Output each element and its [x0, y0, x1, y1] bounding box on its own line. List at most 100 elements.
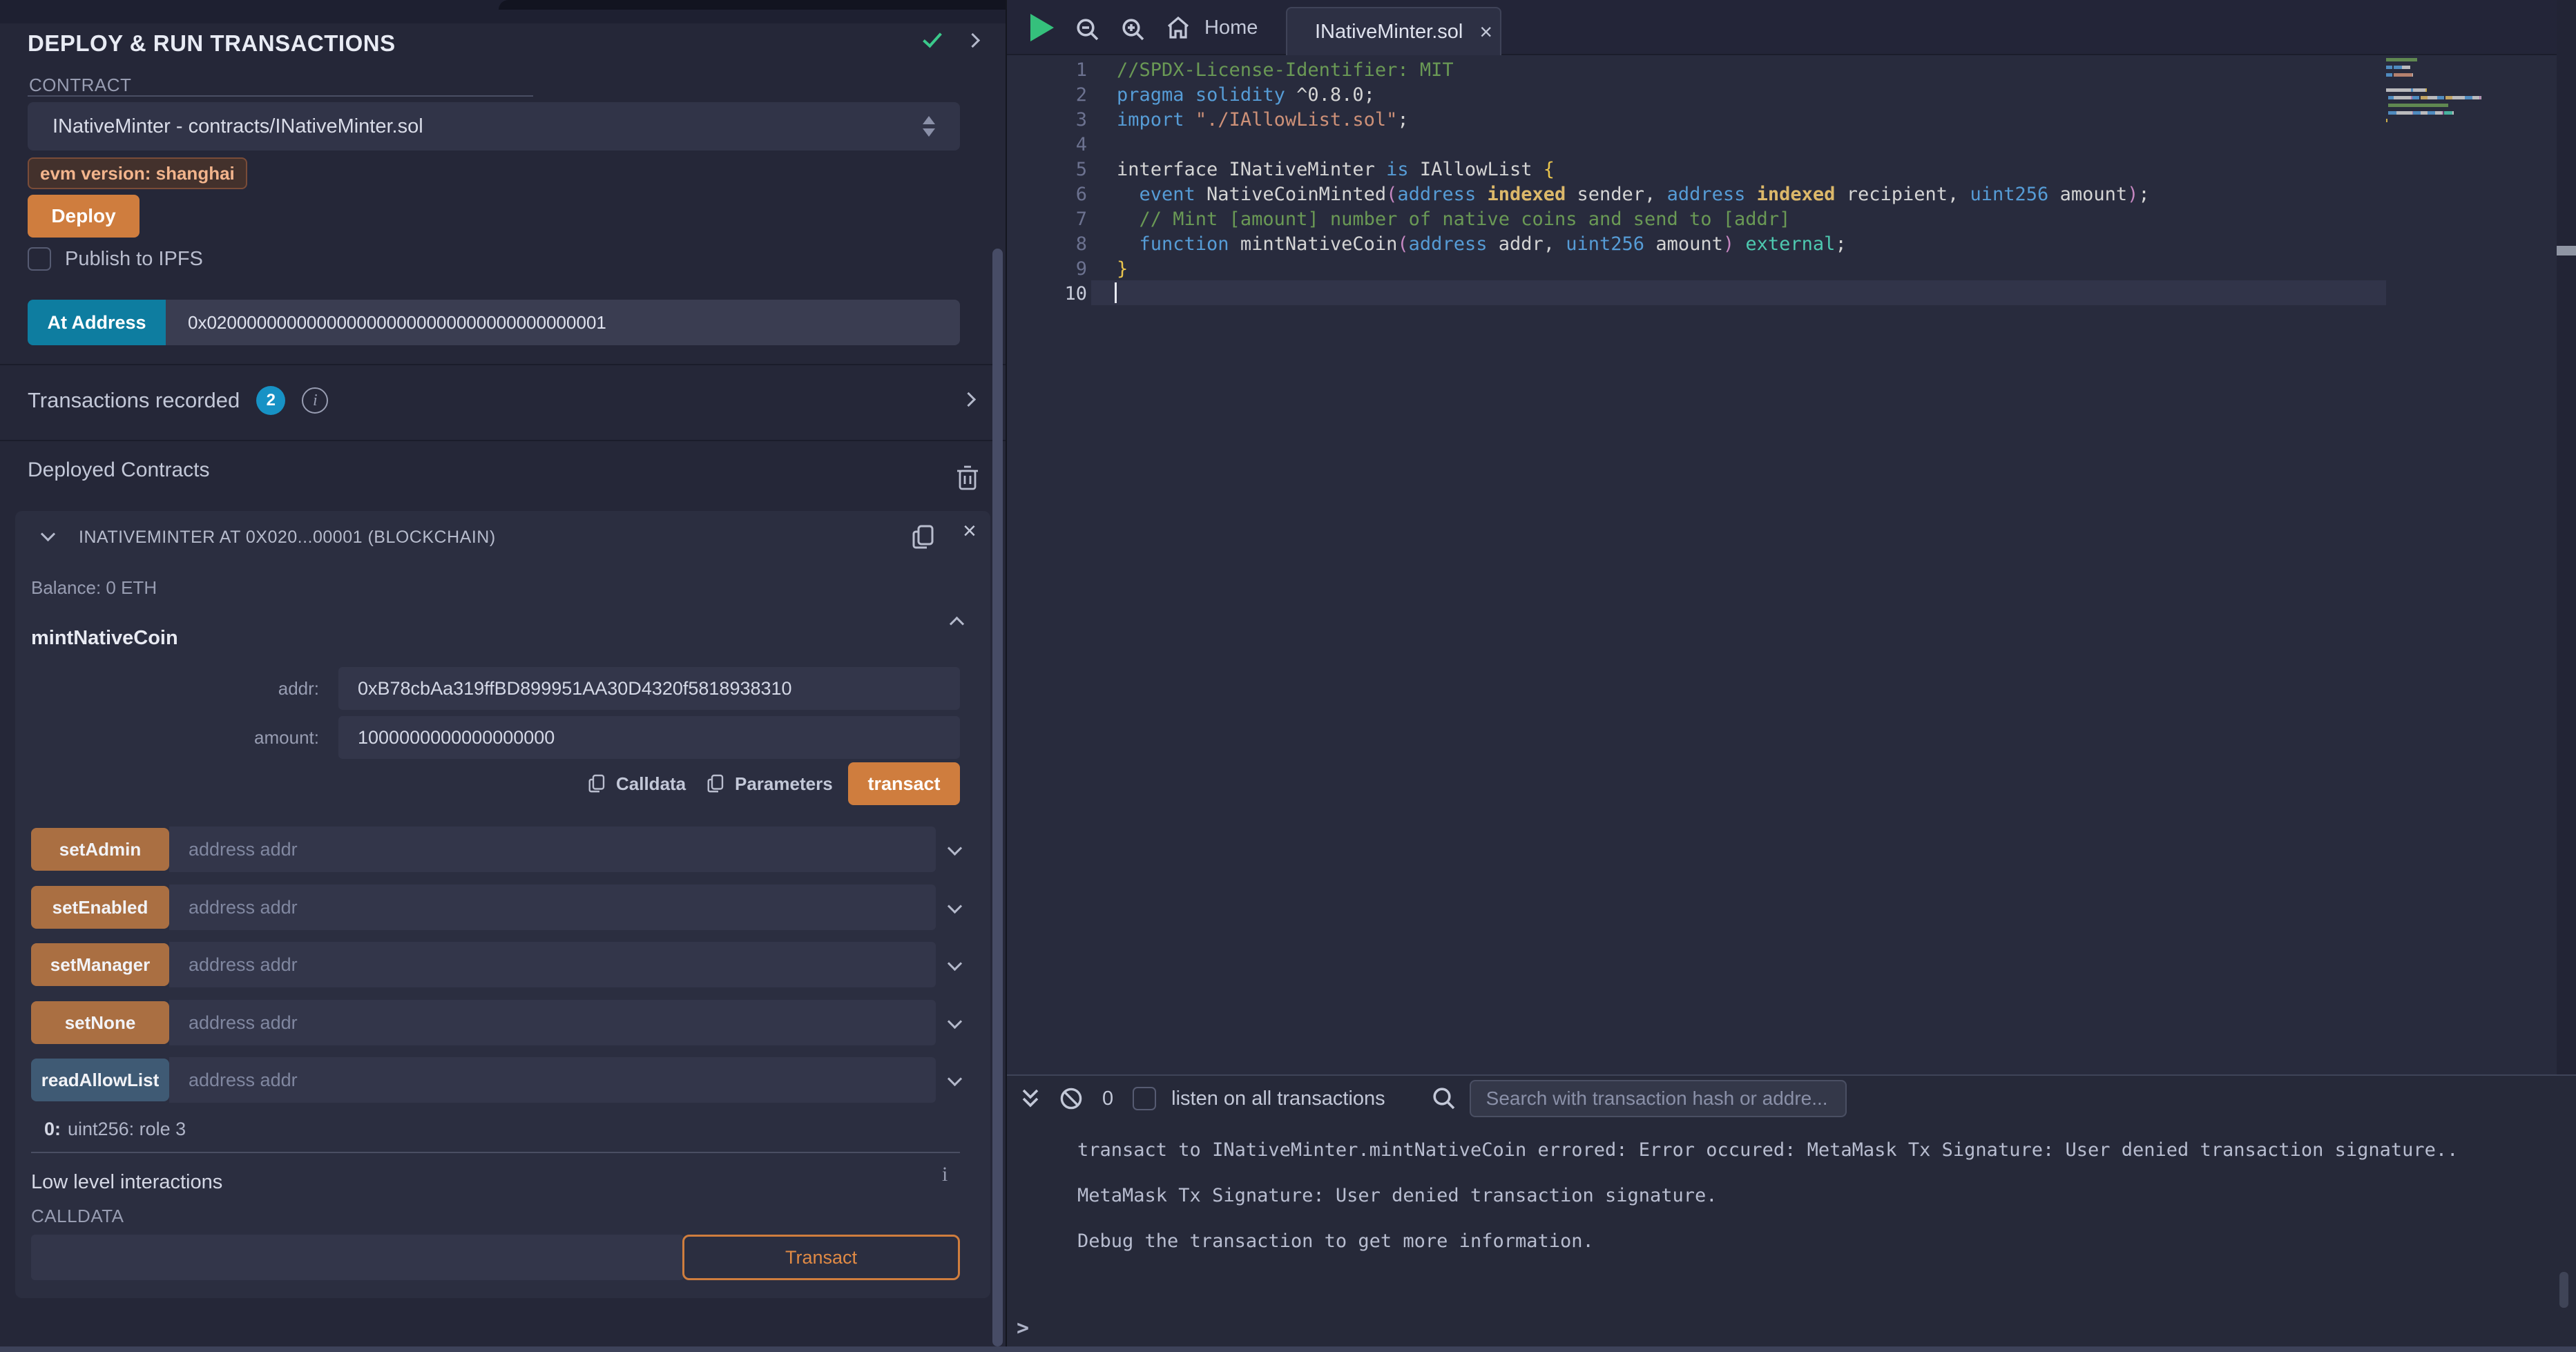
- copy-address-icon[interactable]: [910, 522, 938, 552]
- low-level-calldata-input[interactable]: [31, 1235, 684, 1280]
- publish-ipfs-checkbox[interactable]: [28, 247, 51, 271]
- setadmin-expand-chevron-icon[interactable]: [948, 841, 962, 856]
- copy-calldata-button[interactable]: Calldata: [587, 772, 686, 795]
- contract-card-header[interactable]: INATIVEMINTER AT 0X020...00001 (BLOCKCHA…: [15, 511, 990, 561]
- terminal-panel: 0 listen on all transactions transact to…: [1007, 1074, 2576, 1346]
- remove-contract-icon[interactable]: ×: [963, 518, 977, 545]
- deployed-contract-card: INATIVEMINTER AT 0X020...00001 (BLOCKCHA…: [15, 511, 990, 1298]
- zoom-out-icon[interactable]: [1073, 15, 1102, 44]
- deployed-contracts-header: Deployed Contracts: [28, 458, 209, 482]
- panel-top-strip: [0, 0, 1006, 23]
- editor-minimap[interactable]: [2386, 58, 2557, 1074]
- readallowlist-expand-chevron-icon[interactable]: [948, 1072, 962, 1086]
- code-editor-region: Home INativeMinter.sol × 12345678910 //S…: [1007, 0, 2576, 1074]
- terminal-log-list: transact to INativeMinter.mintNativeCoin…: [1077, 1139, 2458, 1276]
- publish-ipfs-label: Publish to IPFS: [65, 248, 203, 271]
- terminal-log-line: Debug the transaction to get more inform…: [1077, 1230, 2458, 1276]
- addr-field-label: addr:: [15, 678, 319, 699]
- setnone-button[interactable]: setNone: [31, 1001, 169, 1044]
- function-row: setNone: [31, 1000, 960, 1045]
- at-address-button[interactable]: At Address: [28, 300, 166, 345]
- calldata-button-label: Calldata: [616, 773, 686, 795]
- transactions-expand-chevron-icon[interactable]: [961, 392, 976, 407]
- panel-scrollbar-thumb[interactable]: [992, 249, 1003, 1346]
- panel-collapse-chevron-icon[interactable]: [965, 32, 980, 47]
- app-statusbar: [0, 1346, 2576, 1352]
- terminal-log-line: MetaMask Tx Signature: User denied trans…: [1077, 1185, 2458, 1230]
- terminal-scrollbar-thumb[interactable]: [2559, 1272, 2568, 1308]
- collapse-terminal-icon[interactable]: [1017, 1083, 1044, 1114]
- run-script-play-icon[interactable]: [1030, 14, 1054, 41]
- function-row: setManager: [31, 942, 960, 987]
- contract-balance: Balance: 0 ETH: [31, 577, 157, 599]
- readallowlist-button[interactable]: readAllowList: [31, 1059, 169, 1101]
- copy-icon: [587, 772, 608, 795]
- terminal-search-input[interactable]: [1470, 1080, 1847, 1117]
- setenabled-button[interactable]: setEnabled: [31, 886, 169, 929]
- deploy-run-panel: DEPLOY & RUN TRANSACTIONS CONTRACT INati…: [0, 0, 1006, 1352]
- evm-version-badge: evm version: shanghai: [28, 157, 247, 189]
- transactions-info-icon[interactable]: i: [302, 387, 328, 414]
- contract-select-value: INativeMinter - contracts/INativeMinter.…: [52, 115, 423, 138]
- deploy-button[interactable]: Deploy: [28, 195, 140, 238]
- call-result: 0:uint256: role 3: [44, 1119, 186, 1140]
- low-level-info-icon[interactable]: i: [942, 1163, 948, 1186]
- setenabled-arg-input[interactable]: [169, 885, 936, 930]
- setmanager-expand-chevron-icon[interactable]: [948, 956, 962, 971]
- terminal-search-icon: [1430, 1084, 1459, 1113]
- setadmin-arg-input[interactable]: [169, 827, 936, 872]
- low-level-interactions-title: Low level interactions: [31, 1171, 222, 1194]
- terminal-toolbar: 0 listen on all transactions: [1007, 1076, 2576, 1121]
- copy-parameters-button[interactable]: Parameters: [706, 772, 833, 795]
- editor-scrollbar-handle[interactable]: [2557, 246, 2576, 255]
- result-index: 0:: [44, 1119, 61, 1139]
- home-tab-label: Home: [1204, 17, 1258, 39]
- setadmin-button[interactable]: setAdmin: [31, 828, 169, 871]
- pending-tx-count: 0: [1102, 1088, 1113, 1110]
- function-name: mintNativeCoin: [31, 627, 178, 650]
- transactions-recorded-label: Transactions recorded: [28, 388, 240, 413]
- compile-success-check-icon: [923, 28, 942, 48]
- function-collapse-chevron-icon[interactable]: [950, 617, 964, 631]
- editor-cursor: [1115, 282, 1117, 303]
- transactions-count-badge: 2: [256, 386, 285, 415]
- function-row: setAdmin: [31, 827, 960, 872]
- top-notch: [499, 0, 1006, 10]
- copy-icon: [706, 772, 727, 795]
- trash-icon[interactable]: [956, 464, 979, 492]
- terminal-log-line: transact to INativeMinter.mintNativeCoin…: [1077, 1139, 2458, 1185]
- card-collapse-chevron-icon[interactable]: [41, 527, 55, 541]
- editor-line-numbers: 12345678910: [1035, 58, 1087, 307]
- select-updown-icon: [923, 116, 935, 137]
- terminal-prompt[interactable]: >: [1017, 1316, 1029, 1340]
- setmanager-arg-input[interactable]: [169, 942, 936, 987]
- clear-console-ban-icon[interactable]: [1057, 1084, 1086, 1113]
- parameters-button-label: Parameters: [735, 773, 833, 795]
- contract-instance-title: INATIVEMINTER AT 0X020...00001 (BLOCKCHA…: [79, 528, 496, 548]
- contract-select[interactable]: INativeMinter - contracts/INativeMinter.…: [28, 102, 960, 151]
- tab-inativeminter-sol[interactable]: INativeMinter.sol ×: [1286, 7, 1501, 55]
- at-address-input[interactable]: 0x02000000000000000000000000000000000000…: [166, 300, 960, 345]
- card-divider: [31, 1152, 960, 1153]
- function-row: setEnabled: [31, 885, 960, 930]
- setnone-expand-chevron-icon[interactable]: [948, 1014, 962, 1029]
- amount-field-input[interactable]: 1000000000000000000: [338, 716, 960, 759]
- tab-home[interactable]: Home: [1164, 14, 1258, 41]
- addr-field-input[interactable]: 0xB78cbAa319ffBD899951AA30D4320f58189383…: [338, 667, 960, 710]
- home-icon: [1164, 14, 1192, 41]
- zoom-in-icon[interactable]: [1119, 15, 1148, 44]
- readallowlist-arg-input[interactable]: [169, 1057, 936, 1103]
- setmanager-button[interactable]: setManager: [31, 943, 169, 986]
- transact-button[interactable]: transact: [848, 762, 960, 805]
- panel-title: DEPLOY & RUN TRANSACTIONS: [28, 30, 396, 57]
- listen-all-transactions-checkbox[interactable]: [1133, 1087, 1156, 1110]
- amount-field-label: amount:: [15, 727, 319, 749]
- low-level-transact-button[interactable]: Transact: [682, 1235, 960, 1280]
- setenabled-expand-chevron-icon[interactable]: [948, 899, 962, 914]
- tab-close-icon[interactable]: ×: [1479, 19, 1492, 45]
- contract-label: CONTRACT: [29, 75, 131, 96]
- editor-code-area[interactable]: //SPDX-License-Identifier: MITpragma sol…: [1117, 58, 2150, 307]
- setnone-arg-input[interactable]: [169, 1000, 936, 1045]
- editor-tabbar: Home INativeMinter.sol ×: [1007, 0, 2576, 55]
- function-row: readAllowList: [31, 1057, 960, 1103]
